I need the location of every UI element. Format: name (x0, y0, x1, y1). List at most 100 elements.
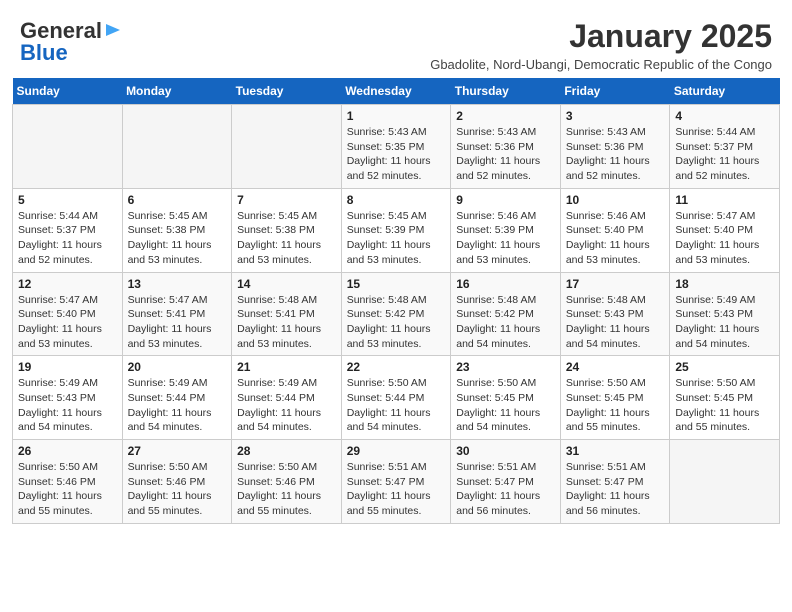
day-cell (670, 440, 780, 524)
day-cell: 1Sunrise: 5:43 AMSunset: 5:35 PMDaylight… (341, 105, 451, 189)
day-info: Sunrise: 5:47 AMSunset: 5:41 PMDaylight:… (128, 293, 227, 352)
day-cell (232, 105, 342, 189)
day-cell: 18 Sunrise: 5:49 AMSunset: 5:43 PMDayligh… (670, 272, 780, 356)
day-number: 19 (18, 360, 117, 374)
day-info: Sunrise: 5:48 AMSunset: 5:42 PMDaylight:… (347, 293, 446, 352)
day-cell: 7 Sunrise: 5:45 AMSunset: 5:38 PMDaylight… (232, 188, 342, 272)
day-info: Sunrise: 5:51 AMSunset: 5:47 PMDaylight:… (347, 460, 446, 519)
day-number: 25 (675, 360, 774, 374)
location-subtitle: Gbadolite, Nord-Ubangi, Democratic Repub… (142, 57, 772, 72)
day-cell: 5 Sunrise: 5:44 AMSunset: 5:37 PMDaylight… (13, 188, 123, 272)
day-number: 27 (128, 444, 227, 458)
logo-blue-text: Blue (20, 40, 68, 66)
day-cell: 20 Sunrise: 5:49 AMSunset: 5:44 PMDayligh… (122, 356, 232, 440)
day-cell: 25 Sunrise: 5:50 AMSunset: 5:45 PMDayligh… (670, 356, 780, 440)
day-info: Sunrise: 5:47 AMSunset: 5:40 PMDaylight:… (18, 293, 117, 352)
day-cell: 31 Sunrise: 5:51 AMSunset: 5:47 PMDayligh… (560, 440, 670, 524)
day-number: 11 (675, 193, 774, 207)
day-cell: 19Sunrise: 5:49 AMSunset: 5:43 PMDayligh… (13, 356, 123, 440)
day-number: 7 (237, 193, 336, 207)
day-info: Sunrise: 5:48 AMSunset: 5:41 PMDaylight:… (237, 293, 336, 352)
day-cell: 28 Sunrise: 5:50 AMSunset: 5:46 PMDayligh… (232, 440, 342, 524)
day-number: 10 (566, 193, 665, 207)
day-number: 13 (128, 277, 227, 291)
col-header-sunday: Sunday (13, 78, 123, 105)
day-info: Sunrise: 5:48 AMSunset: 5:42 PMDaylight:… (456, 293, 555, 352)
day-cell: 15 Sunrise: 5:48 AMSunset: 5:42 PMDayligh… (341, 272, 451, 356)
day-info: Sunrise: 5:45 AMSunset: 5:39 PMDaylight:… (347, 209, 446, 268)
day-info: Sunrise: 5:45 AMSunset: 5:38 PMDaylight:… (237, 209, 336, 268)
day-info: Sunrise: 5:43 AMSunset: 5:36 PMDaylight:… (456, 125, 555, 184)
col-header-thursday: Thursday (451, 78, 561, 105)
day-cell (13, 105, 123, 189)
day-info: Sunrise: 5:44 AMSunset: 5:37 PMDaylight:… (18, 209, 117, 268)
day-number: 8 (347, 193, 446, 207)
day-cell: 9 Sunrise: 5:46 AMSunset: 5:39 PMDaylight… (451, 188, 561, 272)
day-number: 18 (675, 277, 774, 291)
day-info: Sunrise: 5:49 AMSunset: 5:43 PMDaylight:… (675, 293, 774, 352)
day-info: Sunrise: 5:46 AMSunset: 5:40 PMDaylight:… (566, 209, 665, 268)
day-info: Sunrise: 5:50 AMSunset: 5:44 PMDaylight:… (347, 376, 446, 435)
day-info: Sunrise: 5:46 AMSunset: 5:39 PMDaylight:… (456, 209, 555, 268)
day-cell: 23 Sunrise: 5:50 AMSunset: 5:45 PMDayligh… (451, 356, 561, 440)
week-row-3: 12Sunrise: 5:47 AMSunset: 5:40 PMDayligh… (13, 272, 780, 356)
day-cell: 11Sunrise: 5:47 AMSunset: 5:40 PMDayligh… (670, 188, 780, 272)
day-info: Sunrise: 5:50 AMSunset: 5:45 PMDaylight:… (456, 376, 555, 435)
day-cell: 2 Sunrise: 5:43 AMSunset: 5:36 PMDaylight… (451, 105, 561, 189)
day-info: Sunrise: 5:49 AMSunset: 5:44 PMDaylight:… (237, 376, 336, 435)
day-number: 14 (237, 277, 336, 291)
calendar-header-row: SundayMondayTuesdayWednesdayThursdayFrid… (13, 78, 780, 105)
day-number: 17 (566, 277, 665, 291)
day-number: 20 (128, 360, 227, 374)
week-row-5: 26 Sunrise: 5:50 AMSunset: 5:46 PMDayligh… (13, 440, 780, 524)
col-header-monday: Monday (122, 78, 232, 105)
title-section: January 2025 Gbadolite, Nord-Ubangi, Dem… (122, 18, 772, 72)
day-number: 5 (18, 193, 117, 207)
page-header: General Blue January 2025 Gbadolite, Nor… (0, 0, 792, 78)
day-info: Sunrise: 5:50 AMSunset: 5:45 PMDaylight:… (675, 376, 774, 435)
day-info: Sunrise: 5:51 AMSunset: 5:47 PMDaylight:… (566, 460, 665, 519)
day-cell: 8 Sunrise: 5:45 AMSunset: 5:39 PMDaylight… (341, 188, 451, 272)
day-info: Sunrise: 5:45 AMSunset: 5:38 PMDaylight:… (128, 209, 227, 268)
day-info: Sunrise: 5:50 AMSunset: 5:46 PMDaylight:… (128, 460, 227, 519)
day-number: 30 (456, 444, 555, 458)
day-info: Sunrise: 5:51 AMSunset: 5:47 PMDaylight:… (456, 460, 555, 519)
day-info: Sunrise: 5:50 AMSunset: 5:45 PMDaylight:… (566, 376, 665, 435)
col-header-friday: Friday (560, 78, 670, 105)
day-number: 9 (456, 193, 555, 207)
day-info: Sunrise: 5:50 AMSunset: 5:46 PMDaylight:… (237, 460, 336, 519)
col-header-wednesday: Wednesday (341, 78, 451, 105)
day-number: 15 (347, 277, 446, 291)
day-cell: 26 Sunrise: 5:50 AMSunset: 5:46 PMDayligh… (13, 440, 123, 524)
day-cell (122, 105, 232, 189)
day-number: 28 (237, 444, 336, 458)
day-info: Sunrise: 5:50 AMSunset: 5:46 PMDaylight:… (18, 460, 117, 519)
col-header-tuesday: Tuesday (232, 78, 342, 105)
day-info: Sunrise: 5:43 AMSunset: 5:35 PMDaylight:… (347, 125, 446, 184)
day-number: 31 (566, 444, 665, 458)
day-info: Sunrise: 5:48 AMSunset: 5:43 PMDaylight:… (566, 293, 665, 352)
day-cell: 12Sunrise: 5:47 AMSunset: 5:40 PMDayligh… (13, 272, 123, 356)
day-info: Sunrise: 5:49 AMSunset: 5:44 PMDaylight:… (128, 376, 227, 435)
day-number: 6 (128, 193, 227, 207)
logo-arrow-icon (104, 21, 122, 44)
day-info: Sunrise: 5:44 AMSunset: 5:37 PMDaylight:… (675, 125, 774, 184)
week-row-2: 5 Sunrise: 5:44 AMSunset: 5:37 PMDaylight… (13, 188, 780, 272)
day-number: 22 (347, 360, 446, 374)
month-title: January 2025 (142, 18, 772, 55)
day-info: Sunrise: 5:43 AMSunset: 5:36 PMDaylight:… (566, 125, 665, 184)
week-row-1: 1Sunrise: 5:43 AMSunset: 5:35 PMDaylight… (13, 105, 780, 189)
day-cell: 21Sunrise: 5:49 AMSunset: 5:44 PMDayligh… (232, 356, 342, 440)
day-cell: 3Sunrise: 5:43 AMSunset: 5:36 PMDaylight… (560, 105, 670, 189)
calendar-container: SundayMondayTuesdayWednesdayThursdayFrid… (0, 78, 792, 536)
day-number: 26 (18, 444, 117, 458)
day-cell: 4Sunrise: 5:44 AMSunset: 5:37 PMDaylight… (670, 105, 780, 189)
day-number: 23 (456, 360, 555, 374)
week-row-4: 19Sunrise: 5:49 AMSunset: 5:43 PMDayligh… (13, 356, 780, 440)
calendar-table: SundayMondayTuesdayWednesdayThursdayFrid… (12, 78, 780, 524)
day-cell: 17 Sunrise: 5:48 AMSunset: 5:43 PMDayligh… (560, 272, 670, 356)
day-number: 16 (456, 277, 555, 291)
day-cell: 6 Sunrise: 5:45 AMSunset: 5:38 PMDaylight… (122, 188, 232, 272)
day-number: 2 (456, 109, 555, 123)
day-cell: 13 Sunrise: 5:47 AMSunset: 5:41 PMDayligh… (122, 272, 232, 356)
